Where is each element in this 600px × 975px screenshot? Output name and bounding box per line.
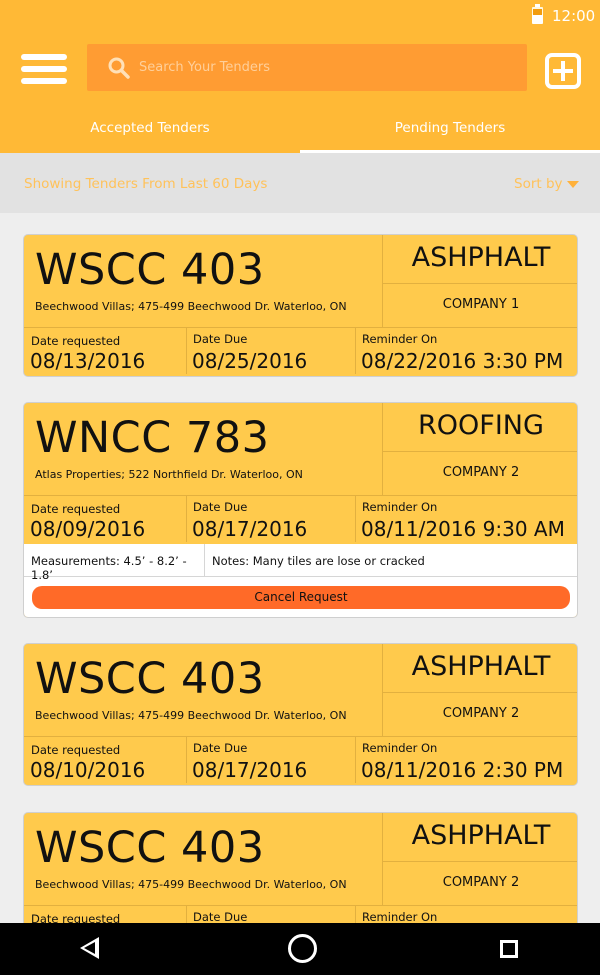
reminder-label: Reminder On xyxy=(362,332,438,346)
reminder-label: Reminder On xyxy=(362,500,438,514)
date-requested-value: 08/10/2016 xyxy=(30,758,146,782)
date-due-label: Date Due xyxy=(193,332,248,346)
add-tender-icon[interactable] xyxy=(545,53,581,89)
tender-card[interactable]: WSCC 403 Beechwood Villas; 475-499 Beech… xyxy=(23,234,578,377)
cancel-request-button[interactable]: Cancel Request xyxy=(32,586,570,609)
date-due-label: Date Due xyxy=(193,500,248,514)
filter-bar: Showing Tenders From Last 60 Days Sort b… xyxy=(0,153,600,213)
tender-category: ROOFING xyxy=(418,410,544,441)
recent-apps-icon[interactable] xyxy=(500,940,518,958)
date-requested-label: Date requested xyxy=(31,334,121,348)
caret-down-icon[interactable] xyxy=(567,181,579,188)
measurements: Measurements: 4.5’ - 8.2’ - 1.8’ xyxy=(24,544,204,582)
date-requested-value: 08/13/2016 xyxy=(30,349,146,373)
menu-icon[interactable] xyxy=(21,52,67,86)
tab-pending-tenders[interactable]: Pending Tenders xyxy=(300,120,600,153)
battery-icon xyxy=(532,4,543,24)
date-requested-label: Date requested xyxy=(31,743,121,757)
tender-code: WSCC 403 xyxy=(35,823,265,873)
home-icon[interactable] xyxy=(288,934,317,963)
reminder-value: 08/11/2016 9:30 AM xyxy=(361,517,565,541)
tender-code: WNCC 783 xyxy=(35,413,270,463)
reminder-label: Reminder On xyxy=(362,910,438,924)
search-icon xyxy=(108,57,130,79)
search-input[interactable] xyxy=(139,53,509,81)
tender-address: Atlas Properties; 522 Northfield Dr. Wat… xyxy=(35,468,303,481)
search-box[interactable] xyxy=(87,44,527,91)
reminder-value: 08/11/2016 2:30 PM xyxy=(361,758,564,782)
tender-company: COMPANY 2 xyxy=(442,465,520,480)
tender-company: COMPANY 1 xyxy=(442,297,520,312)
notes: Notes: Many tiles are lose or cracked xyxy=(205,544,577,577)
app-bar: Accepted Tenders Pending Tenders xyxy=(0,32,600,153)
status-time: 12:00 xyxy=(552,7,596,25)
date-due-label: Date Due xyxy=(193,741,248,755)
date-due-value: 08/17/2016 xyxy=(192,517,308,541)
tender-code: WSCC 403 xyxy=(35,245,265,295)
sort-by-button[interactable]: Sort by xyxy=(514,176,563,192)
tender-category: ASHPHALT xyxy=(411,651,551,682)
tender-card[interactable]: WNCC 783 Atlas Properties; 522 Northfiel… xyxy=(23,402,578,618)
tab-label: Pending Tenders xyxy=(394,120,506,136)
tender-address: Beechwood Villas; 475-499 Beechwood Dr. … xyxy=(35,300,347,313)
reminder-label: Reminder On xyxy=(362,741,438,755)
tender-details: Measurements: 4.5’ - 8.2’ - 1.8’ Notes: … xyxy=(24,544,577,617)
back-icon[interactable] xyxy=(80,937,99,959)
filter-description: Showing Tenders From Last 60 Days xyxy=(24,176,268,192)
date-requested-label: Date requested xyxy=(31,502,121,516)
status-bar: 12:00 xyxy=(0,0,600,32)
navigation-bar xyxy=(0,923,600,975)
tender-company: COMPANY 2 xyxy=(442,706,520,721)
reminder-value: 08/22/2016 3:30 PM xyxy=(361,349,564,373)
tender-address: Beechwood Villas; 475-499 Beechwood Dr. … xyxy=(35,878,347,891)
tender-category: ASHPHALT xyxy=(411,242,551,273)
date-due-label: Date Due xyxy=(193,910,248,924)
tender-code: WSCC 403 xyxy=(35,654,265,704)
tender-company: COMPANY 2 xyxy=(442,875,520,890)
tender-address: Beechwood Villas; 475-499 Beechwood Dr. … xyxy=(35,709,347,722)
tab-label: Accepted Tenders xyxy=(90,120,210,136)
tender-card[interactable]: WSCC 403 Beechwood Villas; 475-499 Beech… xyxy=(23,643,578,786)
date-requested-value: 08/09/2016 xyxy=(30,517,146,541)
tab-accepted-tenders[interactable]: Accepted Tenders xyxy=(0,120,300,153)
date-due-value: 08/25/2016 xyxy=(192,349,308,373)
date-due-value: 08/17/2016 xyxy=(192,758,308,782)
tender-category: ASHPHALT xyxy=(411,820,551,851)
